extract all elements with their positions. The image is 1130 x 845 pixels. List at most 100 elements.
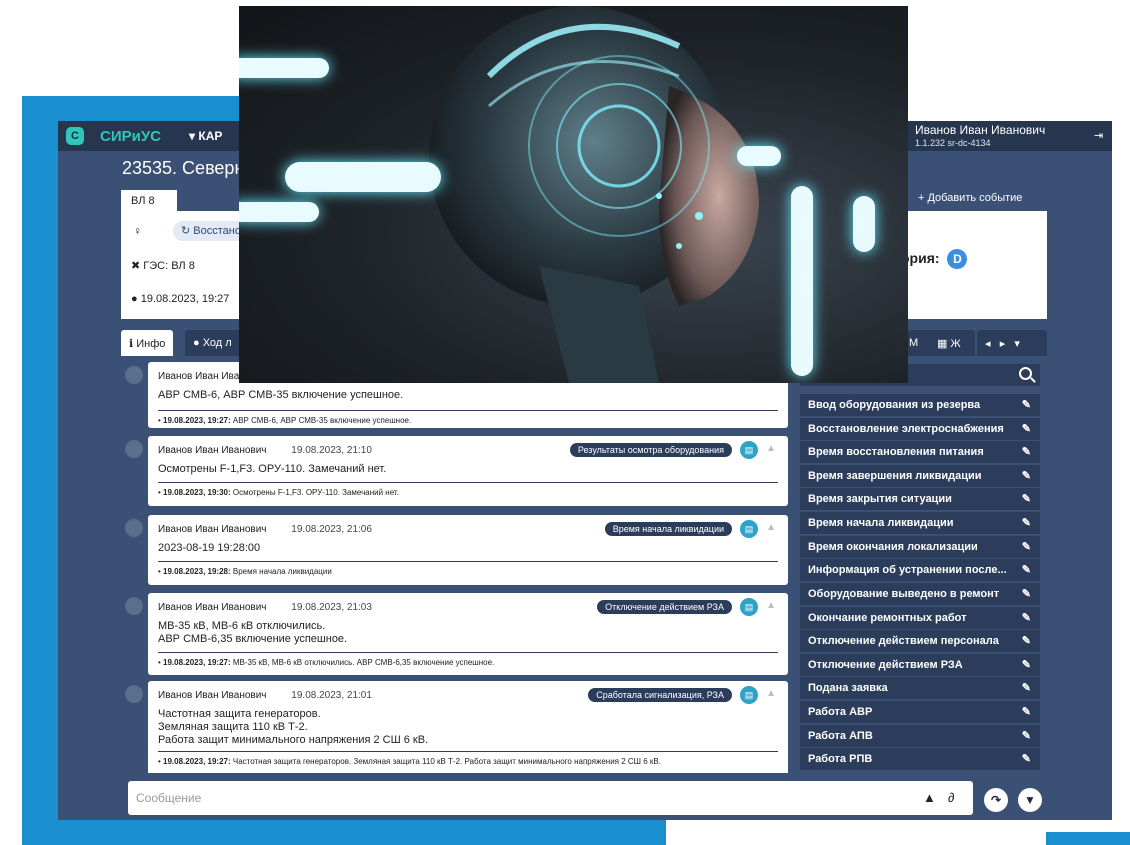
list-item: Иванов Иван Иванович 19.08.2023, 21:10 Р… [121, 436, 791, 508]
side-item[interactable]: Оборудование выведено в ремонт ✎ [800, 583, 1040, 605]
tab-info-label: Инфо [136, 338, 166, 350]
logout-icon[interactable]: ⇥ [1094, 129, 1103, 142]
message-footer: • 19.08.2023, 19:28: Время начала ликвид… [158, 567, 332, 576]
pencil-icon[interactable]: ✎ [1022, 681, 1031, 694]
side-item[interactable]: Время восстановления питания ✎ [800, 441, 1040, 463]
pencil-icon[interactable]: ✎ [1022, 658, 1031, 671]
footer-text: МВ-35 кВ, МВ-6 кВ отключились. АВР СМВ-6… [230, 658, 495, 667]
bell-icon[interactable]: ▲ [766, 522, 776, 533]
message-body: Осмотрены F-1,F3. ОРУ-110. Замечаний нет… [158, 463, 387, 475]
pencil-icon[interactable]: ✎ [1022, 634, 1031, 647]
side-item[interactable]: Работа АПВ ✎ [800, 725, 1040, 747]
pencil-icon[interactable]: ✎ [1022, 492, 1031, 505]
pencil-icon[interactable]: ✎ [1022, 587, 1031, 600]
chart-icon[interactable]: ▤ [740, 686, 758, 704]
side-item-label: Работа АПВ [808, 730, 873, 742]
search-icon[interactable] [1019, 367, 1032, 380]
side-item[interactable]: Окончание ремонтных работ ✎ [800, 607, 1040, 629]
message-time: 19.08.2023, 21:06 [291, 524, 372, 535]
side-item[interactable]: Восстановление электроснабжения ✎ [800, 418, 1040, 440]
side-item[interactable]: Работа РПВ ✎ [800, 748, 1040, 770]
share-icon[interactable]: ↷ [984, 788, 1008, 812]
restore-pill[interactable]: ↻ Восстано [173, 221, 249, 241]
pencil-icon[interactable]: ✎ [1022, 516, 1031, 529]
bell-icon[interactable]: ▲ [923, 790, 936, 805]
app-logo[interactable]: C [66, 127, 84, 145]
side-item[interactable]: Подана заявка ✎ [800, 677, 1040, 699]
map-menu[interactable]: ▾ КАР [189, 129, 222, 143]
side-item[interactable]: Работа АВР ✎ [800, 701, 1040, 723]
pencil-icon[interactable]: ✎ [1022, 422, 1031, 435]
pencil-icon[interactable]: ✎ [1022, 611, 1031, 624]
screenshot-stage: C СИРиУС ▾ КАР Иванов Иван Иванович 1.1.… [0, 0, 1130, 845]
message-body: МВ-35 кВ, МВ-6 кВ отключились. АВР СМВ-6… [158, 620, 348, 645]
event-type-badge[interactable]: Сработала сигнализация, РЗА [588, 688, 732, 702]
side-item[interactable]: Ввод оборудования из резерва ✎ [800, 394, 1040, 416]
message-footer: • 19.08.2023, 19:27: АВР СМВ-6, АВР СМВ-… [158, 416, 412, 425]
scroll-right-icon[interactable]: ▸ [1000, 338, 1006, 350]
message-time: 19.08.2023, 21:01 [291, 690, 372, 701]
tab-vl8[interactable]: ВЛ 8 [121, 190, 177, 212]
table-icon: ▦ [937, 338, 948, 350]
tab-course[interactable]: ● Ход л [185, 330, 245, 356]
page-title: 23535. Северн [122, 158, 245, 178]
side-item-label: Отключение действием персонала [808, 635, 999, 647]
message-author: Иванов Иван Ива [158, 371, 240, 382]
pencil-icon[interactable]: ✎ [1022, 445, 1031, 458]
side-item[interactable]: Отключение действием персонала ✎ [800, 630, 1040, 652]
tab-scroll-controls[interactable]: ◂ ▸ ▾ [977, 330, 1047, 356]
add-event-button[interactable]: + Добавить событие [918, 192, 1022, 204]
side-item[interactable]: Отключение действием РЗА ✎ [800, 654, 1040, 676]
tab-j[interactable]: ▦ Ж [929, 330, 975, 356]
side-item-label: Работа АВР [808, 706, 873, 718]
message-header: Иванов Иван Ива [158, 371, 239, 382]
user-meta: 1.1.232 sr-dc-4134 [915, 138, 991, 148]
side-item-label: Информация об устранении после... [808, 564, 1007, 576]
message-author: Иванов Иван Иванович [158, 524, 267, 535]
side-item[interactable]: Время начала ликвидации ✎ [800, 512, 1040, 534]
side-item[interactable]: Время закрытия ситуации ✎ [800, 488, 1040, 510]
chart-icon[interactable]: ▤ [740, 520, 758, 538]
chart-icon[interactable]: ▤ [740, 441, 758, 459]
app-brand[interactable]: СИРиУС [100, 128, 161, 145]
side-item[interactable]: Время завершения ликвидации ✎ [800, 465, 1040, 487]
footer-date: 19.08.2023, 19:27: [163, 658, 231, 667]
category: ория: D [901, 249, 968, 269]
message-input[interactable] [128, 781, 888, 815]
paperclip-icon[interactable]: ∂ [948, 790, 954, 805]
side-item[interactable]: Время окончания локализации ✎ [800, 536, 1040, 558]
bell-icon[interactable]: ▲ [766, 443, 776, 454]
incident-datetime: 19.08.2023, 19:27 [140, 293, 230, 305]
side-item-label: Оборудование выведено в ремонт [808, 588, 1000, 600]
pencil-icon[interactable]: ✎ [1022, 752, 1031, 765]
pencil-icon[interactable]: ✎ [1022, 540, 1031, 553]
message-header: Иванов Иван Иванович 19.08.2023, 21:06 [158, 524, 372, 535]
tab-info[interactable]: ℹ Инфо [121, 330, 174, 356]
message-author: Иванов Иван Иванович [158, 690, 267, 701]
light-streak [791, 186, 813, 376]
tools-icon: ✖ [131, 260, 141, 272]
user-info[interactable]: Иванов Иван Иванович 1.1.232 sr-dc-4134 [915, 124, 1045, 149]
ai-robot-image [239, 6, 908, 383]
chart-icon[interactable]: ▤ [740, 598, 758, 616]
bell-icon[interactable]: ▲ [766, 600, 776, 611]
tabs-dropdown-icon[interactable]: ▾ [1014, 338, 1020, 350]
light-streak [853, 196, 875, 252]
message-body: Частотная защита генераторов. Земляная з… [158, 708, 429, 746]
avatar [125, 685, 143, 703]
message-body: 2023-08-19 19:28:00 [158, 542, 261, 554]
message-card: Иванов Иван Иванович 19.08.2023, 21:03 О… [148, 593, 788, 675]
event-type-badge[interactable]: Время начала ликвидации [604, 522, 732, 536]
event-type-badge[interactable]: Отключение действием РЗА [597, 600, 732, 614]
pencil-icon[interactable]: ✎ [1022, 469, 1031, 482]
pencil-icon[interactable]: ✎ [1022, 705, 1031, 718]
filter-icon[interactable]: ▼ [1018, 788, 1042, 812]
bell-icon[interactable]: ▲ [766, 688, 776, 699]
side-item[interactable]: Информация об устранении после... ✎ [800, 559, 1040, 581]
pencil-icon[interactable]: ✎ [1022, 398, 1031, 411]
scroll-left-icon[interactable]: ◂ [985, 338, 991, 350]
pencil-icon[interactable]: ✎ [1022, 729, 1031, 742]
pencil-icon[interactable]: ✎ [1022, 563, 1031, 576]
divider [158, 482, 778, 483]
event-type-badge[interactable]: Результаты осмотра оборудования [569, 443, 732, 457]
